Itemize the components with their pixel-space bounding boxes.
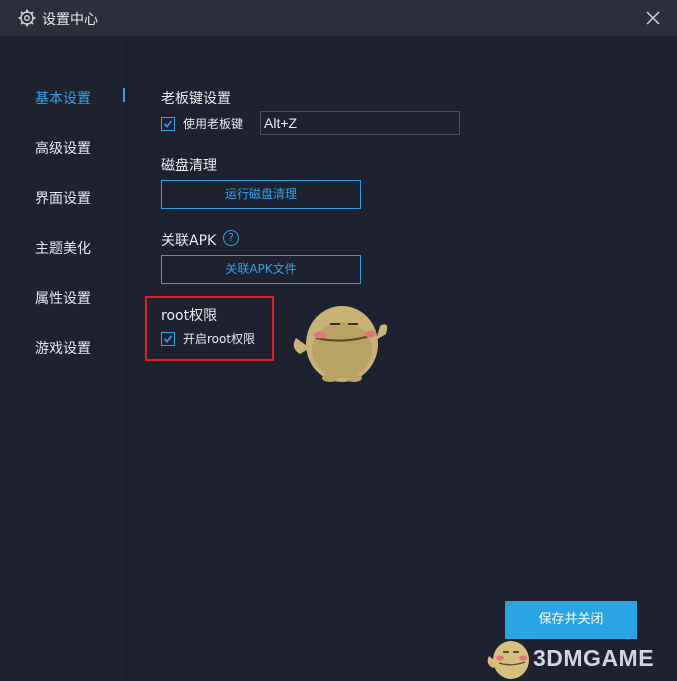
disk-cleanup-title: 磁盘清理	[161, 158, 217, 174]
sidebar-item-advanced[interactable]: 高级设置	[35, 138, 91, 158]
boss-key-checkbox-label: 使用老板键	[183, 117, 244, 131]
boss-key-hotkey-input[interactable]: Alt+Z	[260, 111, 460, 135]
sidebar-item-properties[interactable]: 属性设置	[35, 288, 91, 308]
mascot-illustration	[293, 306, 388, 382]
run-disk-cleanup-button[interactable]: 运行磁盘清理	[161, 180, 361, 209]
apk-association-title: 关联APK	[161, 233, 217, 249]
title-bar: 设置中心	[0, 0, 677, 37]
sidebar-item-basic[interactable]: 基本设置	[35, 88, 91, 108]
gear-icon	[18, 9, 36, 27]
sidebar-item-interface[interactable]: 界面设置	[35, 188, 91, 208]
boss-key-checkbox[interactable]	[161, 116, 175, 131]
close-icon[interactable]	[643, 8, 663, 28]
boss-key-checkbox-row[interactable]: 使用老板键	[161, 115, 243, 132]
watermark-text: 3DMGAME	[533, 645, 655, 671]
boss-key-title: 老板键设置	[161, 91, 231, 107]
sidebar-item-game[interactable]: 游戏设置	[35, 338, 91, 358]
window-title: 设置中心	[42, 12, 98, 28]
active-indicator	[123, 88, 125, 102]
sidebar-item-theme[interactable]: 主题美化	[35, 238, 91, 258]
highlight-box	[145, 296, 274, 361]
sidebar: 基本设置 高级设置 界面设置 主题美化 属性设置 游戏设置	[0, 37, 127, 681]
associate-apk-button[interactable]: 关联APK文件	[161, 255, 361, 284]
check-icon	[163, 119, 173, 128]
question-icon[interactable]: ?	[223, 230, 239, 246]
